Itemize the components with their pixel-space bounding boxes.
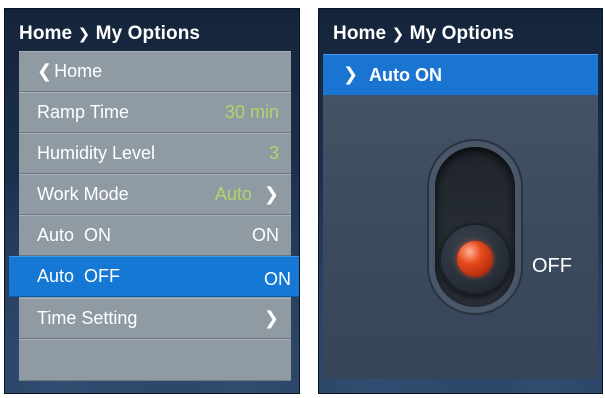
menu-item-auto-on[interactable]: Auto ON ON xyxy=(19,215,291,256)
breadcrumb-current: My Options xyxy=(409,23,515,44)
toggle-knob[interactable] xyxy=(439,223,511,295)
selected-option-label: Auto ON xyxy=(369,65,442,85)
menu-item-label: Humidity Level xyxy=(37,143,156,163)
selected-option-header[interactable]: ❯ Auto ON xyxy=(323,54,598,96)
breadcrumb-home[interactable]: Home xyxy=(19,23,72,44)
toggle-switch-icon[interactable] xyxy=(435,147,515,307)
menu-item-value: Auto xyxy=(214,184,252,204)
menu-item-label: Work Mode xyxy=(37,184,129,204)
chevron-right-icon: ❯ xyxy=(343,64,359,84)
toggle-state-label: OFF xyxy=(532,255,572,277)
left-screen: Home ❯ My Options ❮ Home Ramp Time 30 min… xyxy=(4,8,300,394)
menu-item-label: Auto OFF xyxy=(37,266,121,286)
menu-item-label: Time Setting xyxy=(37,308,138,328)
chevron-right-icon: ❯ xyxy=(263,184,279,204)
menu-item-humidity-level[interactable]: Humidity Level 3 xyxy=(19,133,291,174)
menu-item-value: ON xyxy=(264,269,291,289)
breadcrumb: Home ❯ My Options xyxy=(333,23,514,45)
menu-item-auto-off[interactable]: Auto OFF ON xyxy=(9,256,299,297)
menu-item-back-home[interactable]: ❮ Home xyxy=(19,51,291,92)
breadcrumb-home[interactable]: Home xyxy=(333,23,386,44)
led-indicator-icon xyxy=(457,241,493,277)
menu-item-empty xyxy=(19,339,291,381)
menu-item-time-setting[interactable]: Time Setting ❯ xyxy=(19,298,291,339)
breadcrumb-separator-icon: ❯ xyxy=(391,26,405,43)
chevron-right-icon: ❯ xyxy=(263,308,279,328)
menu-item-value: 3 xyxy=(268,143,279,163)
menu-item-ramp-time[interactable]: Ramp Time 30 min xyxy=(19,92,291,133)
back-label: ❮ Home xyxy=(37,61,103,81)
menu-item-label: Ramp Time xyxy=(37,102,130,122)
chevron-left-icon: ❮ xyxy=(37,61,53,81)
menu-item-work-mode[interactable]: Work Mode Auto ❯ xyxy=(19,174,291,215)
breadcrumb-separator-icon: ❯ xyxy=(77,26,91,43)
breadcrumb: Home ❯ My Options xyxy=(19,23,200,45)
right-screen: Home ❯ My Options ❯ Auto ON OFF xyxy=(318,8,603,394)
menu-item-label: Auto ON xyxy=(37,225,112,245)
menu-item-value: ON xyxy=(252,225,279,245)
menu-item-value: 30 min xyxy=(224,102,279,122)
toggle-area: OFF xyxy=(323,95,598,379)
options-menu: ❮ Home Ramp Time 30 min Humidity Level 3 … xyxy=(9,51,299,381)
breadcrumb-current: My Options xyxy=(95,23,201,44)
